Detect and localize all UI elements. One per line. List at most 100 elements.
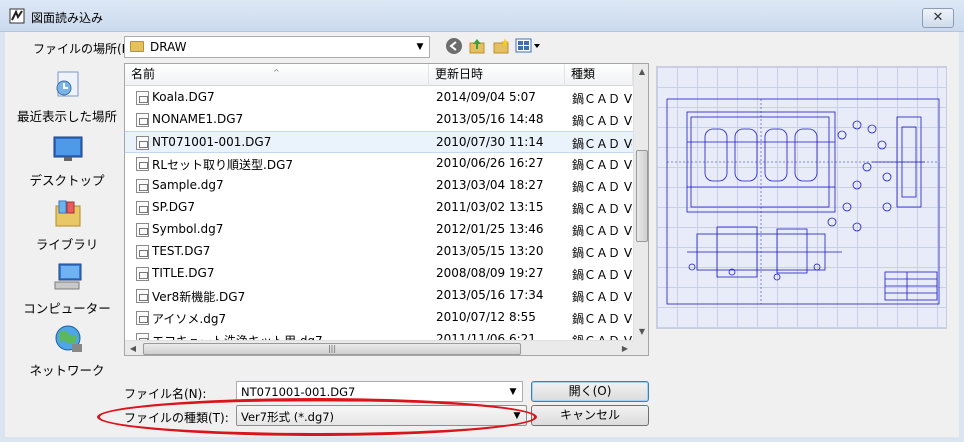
- file-name-cell: Sample.dg7: [152, 178, 224, 192]
- look-in-combo[interactable]: DRAW ▼: [124, 36, 430, 58]
- file-name-cell: TITLE.DG7: [152, 266, 215, 280]
- up-folder-icon[interactable]: [467, 37, 487, 57]
- file-type-label: ファイルの種類(T):: [124, 411, 229, 425]
- chevron-down-icon[interactable]: ▼: [507, 386, 519, 398]
- file-row[interactable]: SP.DG7 2011/03/02 13:15 鍋ＣＡＤ Ve: [125, 197, 633, 219]
- view-menu-icon[interactable]: [514, 37, 542, 57]
- file-date-cell: 2012/01/25 13:46: [436, 222, 544, 236]
- drawing-preview: [656, 66, 947, 329]
- file-row[interactable]: NONAME1.DG7 2013/05/16 14:48 鍋ＣＡＤ Ve: [125, 109, 633, 131]
- place-label: コンピューター: [23, 301, 111, 316]
- horizontal-scrollbar[interactable]: ◀ ||| ▶: [125, 340, 633, 355]
- file-list[interactable]: 名前 ^ 更新日時 種類 Koala.DG7 2014/09/04 5:07 鍋ＣＡＤ…: [124, 63, 649, 356]
- place-libraries[interactable]: ライブラリ: [12, 198, 122, 258]
- dg7-file-icon: [136, 223, 149, 237]
- vertical-scrollbar[interactable]: ▲ ▼: [633, 64, 648, 340]
- column-date[interactable]: 更新日時: [429, 64, 565, 86]
- file-name-cell: NT071001-001.DG7: [152, 135, 272, 149]
- place-label: デスクトップ: [29, 173, 105, 188]
- sort-ascending-icon: ^: [273, 68, 280, 77]
- file-name-cell: SP.DG7: [152, 200, 195, 214]
- libraries-icon: [55, 200, 81, 227]
- file-name-label: ファイル名(N):: [124, 387, 207, 401]
- file-row[interactable]: アイソメ.dg7 2010/07/12 8:55 鍋ＣＡＤ Ve: [125, 307, 633, 329]
- chevron-down-icon[interactable]: ▼: [511, 410, 523, 422]
- file-row[interactable]: NT071001-001.DG7 2010/07/30 11:14 鍋ＣＡＤ Ve: [125, 131, 633, 153]
- dg7-file-icon: [136, 201, 149, 215]
- column-name[interactable]: 名前 ^: [125, 64, 429, 86]
- file-date-cell: 2013/05/15 13:20: [436, 244, 544, 258]
- column-type[interactable]: 種類: [565, 64, 633, 86]
- place-computer[interactable]: コンピューター: [12, 262, 122, 322]
- open-button[interactable]: 開く(O): [531, 381, 649, 402]
- cancel-button[interactable]: キャンセル: [531, 405, 649, 426]
- file-date-cell: 2013/05/16 17:34: [436, 288, 544, 302]
- file-name-cell: RLセット取り順送型.DG7: [152, 158, 294, 172]
- app-icon: [9, 8, 25, 24]
- file-date-cell: 2010/07/12 8:55: [436, 310, 536, 324]
- scroll-down-icon[interactable]: ▼: [634, 324, 648, 340]
- file-row[interactable]: RLセット取り順送型.DG7 2010/06/26 16:27 鍋ＣＡＤ Ve: [125, 153, 633, 175]
- scroll-up-icon[interactable]: ▲: [634, 64, 648, 80]
- place-label: 最近表示した場所: [16, 109, 117, 124]
- place-recent[interactable]: 最近表示した場所: [12, 70, 122, 130]
- close-button[interactable]: ✕: [922, 8, 954, 28]
- chevron-down-icon[interactable]: ▼: [414, 41, 426, 53]
- window-title: 図面読み込み: [31, 11, 104, 25]
- title-bar: 図面読み込み ✕: [0, 0, 964, 32]
- file-date-cell: 2014/09/04 5:07: [436, 90, 536, 104]
- file-type-select[interactable]: Ver7形式 (*.dg7) ▼: [236, 405, 527, 426]
- file-name-value: NT071001-001.DG7: [241, 385, 356, 399]
- file-row[interactable]: Symbol.dg7 2012/01/25 13:46 鍋ＣＡＤ Ve: [125, 219, 633, 241]
- desktop-icon: [53, 136, 83, 161]
- file-name-cell: Koala.DG7: [152, 90, 215, 104]
- look-in-label: ファイルの場所(I):: [33, 42, 134, 56]
- file-name-cell: NONAME1.DG7: [152, 112, 244, 126]
- dg7-file-icon: [136, 267, 149, 281]
- network-icon: [55, 325, 82, 352]
- scroll-corner: [633, 340, 648, 355]
- file-type-cell: 鍋ＣＡＤ Ve: [572, 92, 632, 106]
- recent-places-icon: [56, 71, 79, 97]
- place-desktop[interactable]: デスクトップ: [12, 134, 122, 194]
- back-arrow-icon[interactable]: [444, 37, 464, 57]
- file-row[interactable]: Sample.dg7 2013/03/04 18:27 鍋ＣＡＤ Ve: [125, 175, 633, 197]
- place-label: ライブラリ: [35, 237, 99, 252]
- look-in-value: DRAW: [150, 40, 187, 54]
- file-date-cell: 2010/07/30 11:14: [436, 135, 544, 149]
- file-type-cell: 鍋ＣＡＤ Ve: [572, 290, 632, 304]
- file-row[interactable]: Ver8新機能.DG7 2013/05/16 17:34 鍋ＣＡＤ Ve: [125, 285, 633, 307]
- file-type-cell: 鍋ＣＡＤ Ve: [572, 158, 632, 172]
- file-type-cell: 鍋ＣＡＤ Ve: [572, 137, 632, 151]
- cad-drawing-thumbnail: [666, 98, 940, 305]
- file-type-value: Ver7形式 (*.dg7): [241, 410, 335, 424]
- file-type-cell: 鍋ＣＡＤ Ve: [572, 224, 632, 238]
- scroll-right-icon[interactable]: ▶: [617, 341, 633, 355]
- file-type-cell: 鍋ＣＡＤ Ve: [572, 114, 632, 128]
- folder-icon: [130, 41, 144, 52]
- dg7-file-icon: [136, 157, 149, 171]
- file-row[interactable]: TITLE.DG7 2008/08/09 19:27 鍋ＣＡＤ Ve: [125, 263, 633, 285]
- horizontal-scroll-thumb[interactable]: |||: [143, 343, 521, 355]
- file-row[interactable]: Koala.DG7 2014/09/04 5:07 鍋ＣＡＤ Ve: [125, 87, 633, 109]
- file-type-cell: 鍋ＣＡＤ Ve: [572, 202, 632, 216]
- file-date-cell: 2011/03/02 13:15: [436, 200, 544, 214]
- vertical-scroll-thumb[interactable]: [636, 150, 648, 242]
- file-name-cell: TEST.DG7: [152, 244, 211, 258]
- dg7-file-icon: [136, 136, 149, 150]
- new-folder-icon[interactable]: [491, 37, 511, 57]
- file-type-cell: 鍋ＣＡＤ Ve: [572, 312, 632, 326]
- dg7-file-icon: [136, 311, 149, 325]
- dg7-file-icon: [136, 91, 149, 105]
- column-header: 名前 ^ 更新日時 種類: [125, 64, 633, 86]
- file-row[interactable]: TEST.DG7 2013/05/15 13:20 鍋ＣＡＤ Ve: [125, 241, 633, 263]
- dg7-file-icon: [136, 289, 149, 303]
- file-date-cell: 2013/05/16 14:48: [436, 112, 544, 126]
- file-name-input[interactable]: NT071001-001.DG7 ▼: [236, 381, 523, 402]
- scroll-left-icon[interactable]: ◀: [125, 341, 141, 355]
- file-name-cell: Symbol.dg7: [152, 222, 224, 236]
- place-network[interactable]: ネットワーク: [12, 324, 122, 384]
- file-type-cell: 鍋ＣＡＤ Ve: [572, 268, 632, 282]
- file-date-cell: 2008/08/09 19:27: [436, 266, 544, 280]
- file-name-cell: Ver8新機能.DG7: [152, 290, 246, 304]
